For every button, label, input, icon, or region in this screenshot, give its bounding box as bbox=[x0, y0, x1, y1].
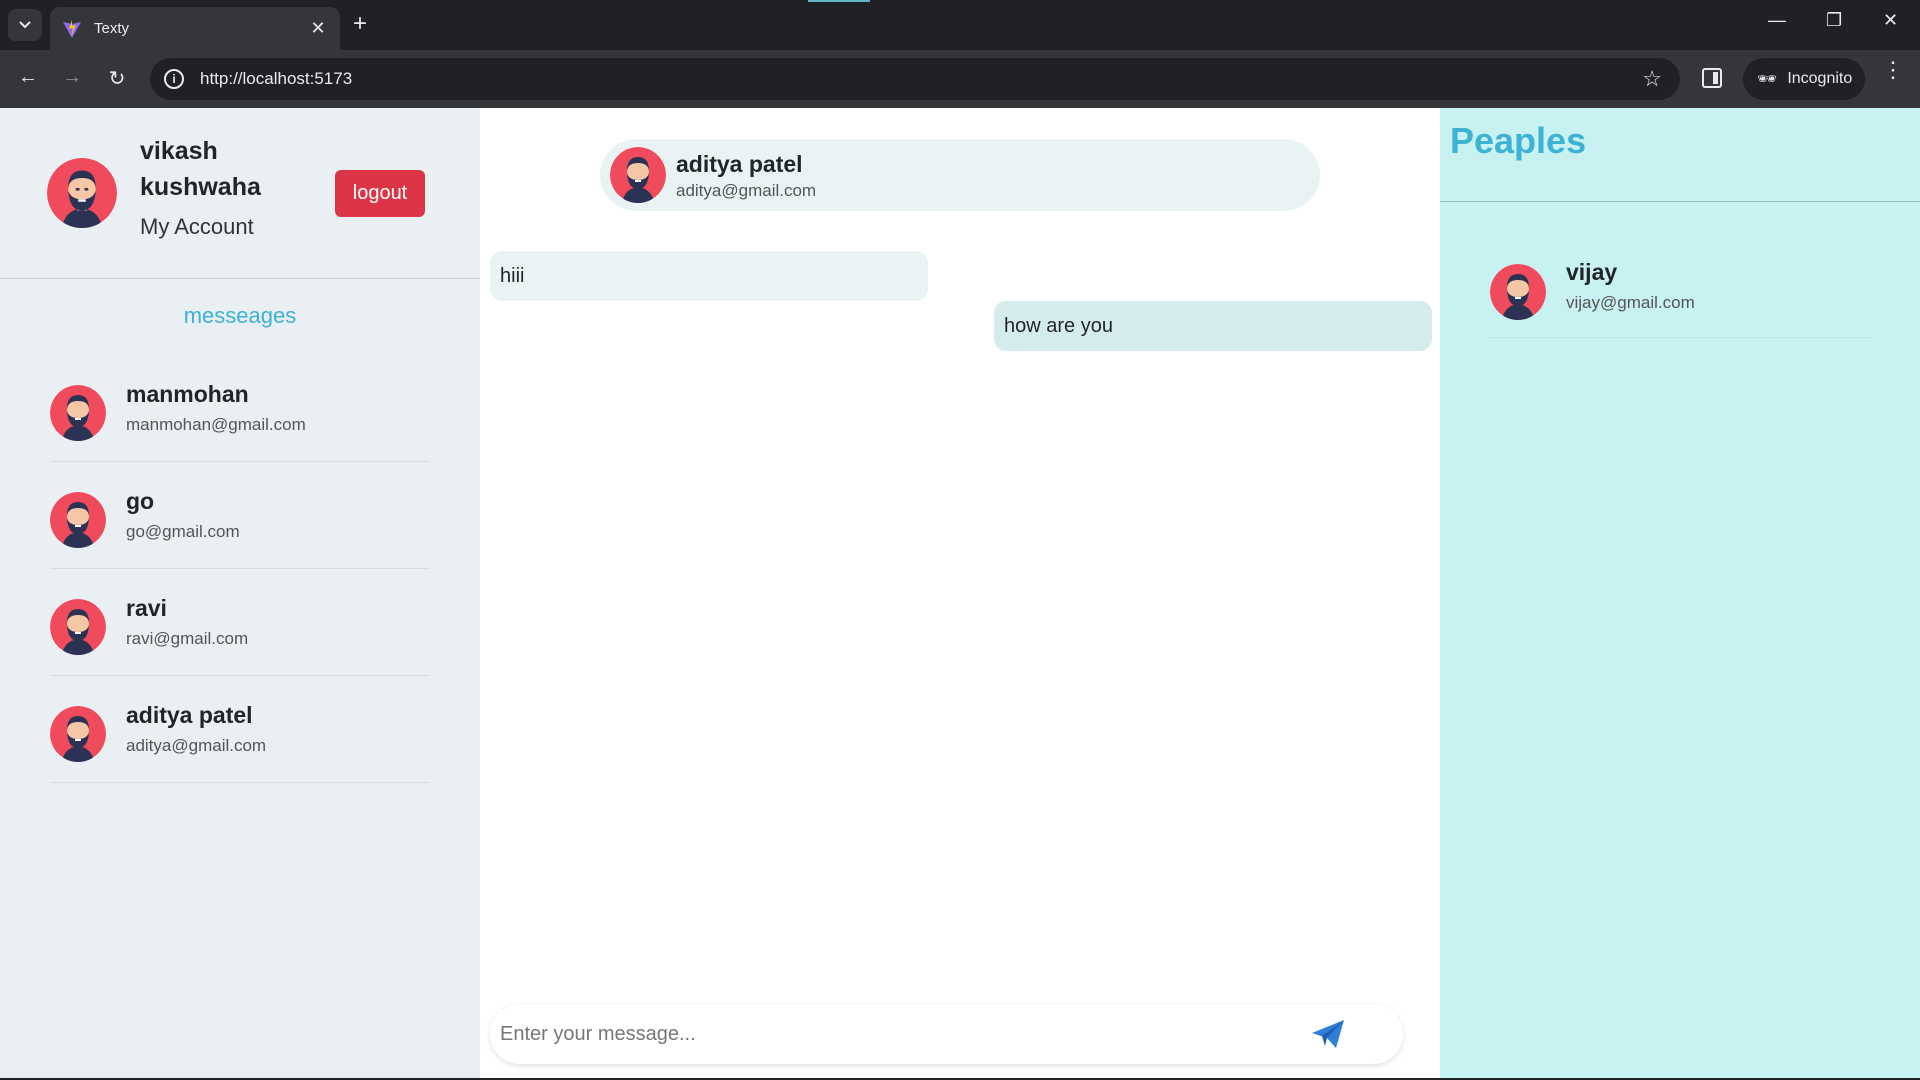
chat-header: aditya patel aditya@gmail.com bbox=[600, 139, 1320, 211]
contact-email: go@gmail.com bbox=[126, 522, 240, 541]
tab-loading-indicator bbox=[808, 0, 870, 2]
avatar bbox=[47, 158, 117, 228]
side-panel-icon[interactable] bbox=[1702, 68, 1722, 88]
person-list-item[interactable]: vijay vijay@gmail.com bbox=[1490, 234, 1870, 338]
avatar bbox=[50, 599, 106, 655]
reload-icon[interactable]: ↻ bbox=[104, 66, 130, 91]
incoming-message: hiii bbox=[490, 251, 928, 301]
chat-partner-email: aditya@gmail.com bbox=[676, 181, 817, 200]
messages-title: messeages bbox=[183, 303, 297, 328]
url-text[interactable]: http://localhost:5173 bbox=[200, 69, 1642, 89]
new-tab-button[interactable]: + bbox=[353, 12, 367, 36]
incognito-indicator[interactable]: 🕶 Incognito bbox=[1743, 58, 1865, 100]
chat-partner-name: aditya patel bbox=[676, 151, 803, 177]
avatar bbox=[50, 706, 106, 762]
restore-icon[interactable]: ❐ bbox=[1826, 10, 1842, 31]
my-name: vikash kushwaha bbox=[140, 137, 261, 201]
send-icon bbox=[1312, 1020, 1344, 1048]
contact-list-item[interactable]: aditya patel aditya@gmail.com bbox=[50, 677, 430, 783]
peoples-title: Peaples bbox=[1450, 120, 1587, 161]
avatar-icon bbox=[1490, 264, 1546, 320]
send-button[interactable] bbox=[1308, 1014, 1348, 1054]
contact-name: manmohan bbox=[126, 381, 249, 407]
app: vikash kushwaha My Account logout messea… bbox=[0, 108, 1920, 1078]
person-name: vijay bbox=[1566, 259, 1618, 285]
left-sidebar: vikash kushwaha My Account logout messea… bbox=[0, 108, 480, 1078]
tab-search-button[interactable] bbox=[8, 9, 42, 41]
close-tab-icon[interactable]: ✕ bbox=[308, 18, 328, 39]
chevron-down-icon bbox=[19, 21, 31, 29]
my-profile: vikash kushwaha My Account logout bbox=[0, 108, 480, 279]
site-info-icon[interactable]: i bbox=[164, 69, 184, 89]
my-account-link[interactable]: My Account bbox=[140, 214, 254, 240]
message-composer bbox=[490, 1004, 1403, 1064]
window-close-icon[interactable]: ✕ bbox=[1883, 10, 1898, 31]
avatar bbox=[1490, 264, 1546, 320]
person-email: vijay@gmail.com bbox=[1566, 293, 1695, 312]
contact-list-item[interactable]: go go@gmail.com bbox=[50, 463, 430, 569]
back-arrow-icon[interactable]: ← bbox=[15, 66, 41, 89]
browser-tab[interactable]: Texty ✕ bbox=[50, 7, 340, 50]
forward-arrow-icon[interactable]: → bbox=[59, 66, 85, 89]
avatar-icon bbox=[50, 492, 106, 548]
address-bar[interactable]: i http://localhost:5173 ☆ bbox=[150, 58, 1680, 100]
browser-menu-icon[interactable]: ⋮ bbox=[1882, 59, 1904, 81]
avatar-icon bbox=[50, 706, 106, 762]
outgoing-message: how are you bbox=[994, 301, 1432, 351]
incognito-icon: 🕶 bbox=[1757, 71, 1778, 88]
tab-title: Texty bbox=[94, 20, 130, 37]
contact-name: ravi bbox=[126, 595, 167, 621]
contact-email: aditya@gmail.com bbox=[126, 736, 267, 755]
contact-email: ravi@gmail.com bbox=[126, 629, 249, 648]
contact-email: manmohan@gmail.com bbox=[126, 415, 306, 434]
bookmark-star-icon[interactable]: ☆ bbox=[1642, 66, 1662, 92]
avatar-icon bbox=[50, 599, 106, 655]
contact-list-item[interactable]: ravi ravi@gmail.com bbox=[50, 570, 430, 676]
logout-button[interactable]: logout bbox=[335, 170, 425, 217]
vite-logo-icon bbox=[63, 19, 81, 38]
minimize-icon[interactable]: — bbox=[1768, 10, 1786, 31]
avatar-icon bbox=[47, 158, 117, 228]
chat-panel: aditya patel aditya@gmail.com hiii how a… bbox=[480, 108, 1440, 1078]
avatar bbox=[610, 147, 666, 203]
divider bbox=[1440, 201, 1920, 202]
contact-name: aditya patel bbox=[126, 702, 253, 728]
contact-list-item[interactable]: manmohan manmohan@gmail.com bbox=[50, 356, 430, 462]
avatar bbox=[50, 492, 106, 548]
message-input[interactable] bbox=[500, 1022, 1308, 1046]
avatar-icon bbox=[50, 385, 106, 441]
peoples-panel: Peaples vijay vijay@gmail.com bbox=[1440, 108, 1920, 1078]
avatar bbox=[50, 385, 106, 441]
browser-tab-bar: Texty ✕ + — ❐ ✕ bbox=[0, 0, 1920, 50]
avatar-icon bbox=[610, 147, 666, 203]
incognito-label: Incognito bbox=[1787, 70, 1853, 87]
contact-name: go bbox=[126, 488, 155, 514]
browser-toolbar: ← → ↻ i http://localhost:5173 ☆ 🕶 Incogn… bbox=[0, 50, 1920, 108]
